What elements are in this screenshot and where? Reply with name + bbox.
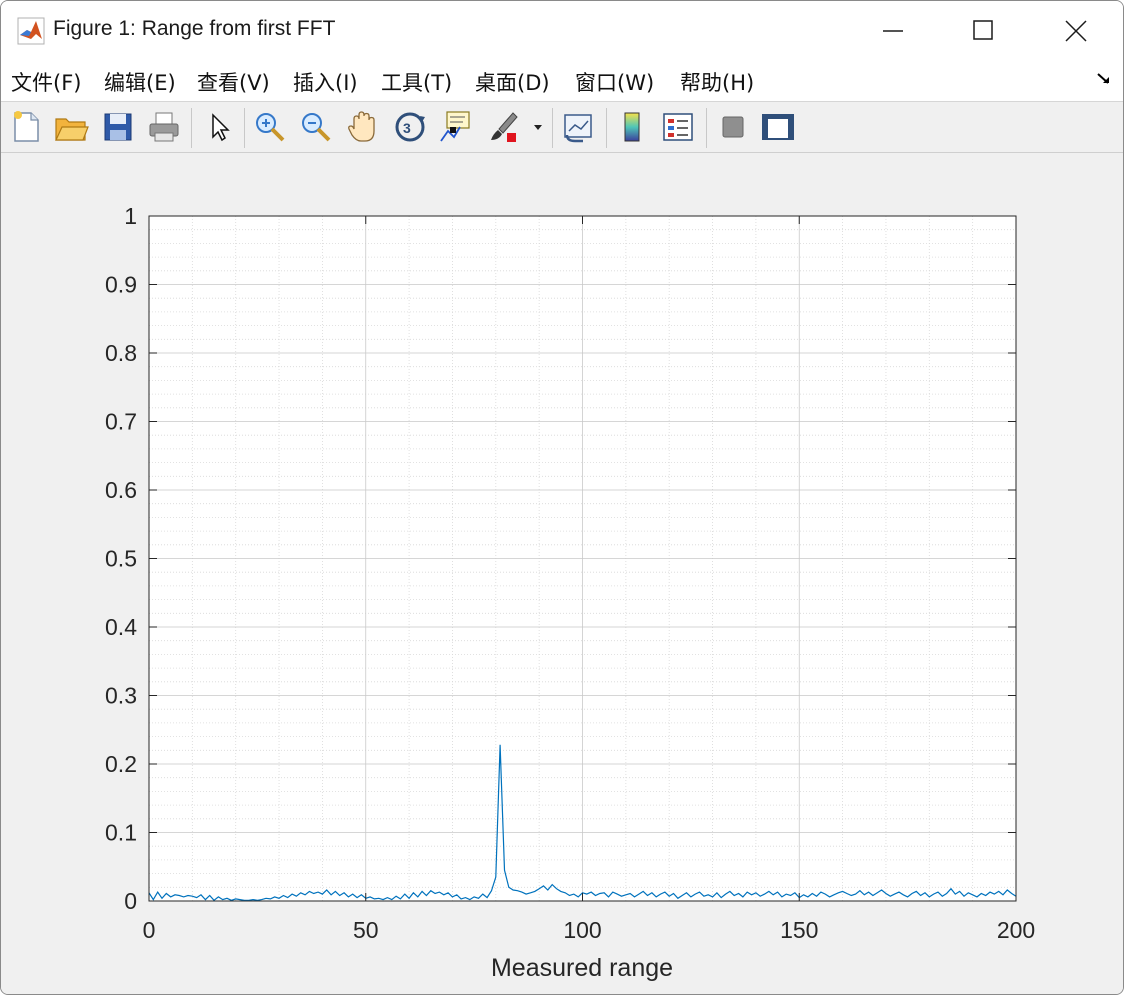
pan-hand-icon[interactable] — [345, 109, 381, 145]
x-tick-label: 0 — [143, 917, 156, 943]
show-plot-tools-icon[interactable] — [760, 109, 796, 145]
x-tick-label: 200 — [997, 917, 1035, 943]
y-tick-label: 0.4 — [105, 614, 137, 640]
close-icon — [1065, 20, 1087, 42]
maximize-icon — [973, 20, 993, 40]
matlab-logo-icon — [17, 17, 45, 45]
zoom-in-icon[interactable] — [252, 109, 288, 145]
menu-insert[interactable]: 插入(I) — [293, 67, 358, 97]
menu-desktop[interactable]: 桌面(D) — [475, 67, 550, 97]
menu-bar: 文件(F) 编辑(E) 查看(V) 插入(I) 工具(T) 桌面(D) 窗口(W… — [1, 59, 1123, 102]
maximize-button[interactable] — [939, 1, 1027, 59]
y-tick-label: 0.6 — [105, 477, 137, 503]
figure-canvas: 0 50 100 150 200 0 0.1 0.2 0.3 0.4 0.5 0.6 0.7 0.8 0.9… — [1, 153, 1123, 994]
pointer-icon[interactable] — [202, 109, 238, 145]
range-plot[interactable]: 0 50 100 150 200 0 0.1 0.2 0.3 0.4 0.5 0.6 0.7 0.8 0.9… — [1, 153, 1123, 994]
legend-icon[interactable] — [660, 109, 696, 145]
link-plot-icon[interactable] — [561, 109, 597, 145]
toolbar-separator — [191, 108, 192, 148]
toolbar: 3 — [1, 102, 1123, 153]
y-tick-label: 1 — [124, 203, 137, 229]
dock-arrow-icon[interactable] — [1095, 69, 1113, 87]
colorbar-icon[interactable] — [615, 109, 651, 145]
figure-window: Figure 1: Range from first FFT 文件(F) 编辑(… — [0, 0, 1124, 995]
menu-tools[interactable]: 工具(T) — [381, 67, 452, 97]
y-tick-label: 0.7 — [105, 409, 137, 435]
x-axis-label: Measured range — [491, 954, 673, 982]
y-tick-label: 0.8 — [105, 340, 137, 366]
print-icon[interactable] — [146, 109, 182, 145]
save-icon[interactable] — [100, 109, 136, 145]
menu-edit[interactable]: 编辑(E) — [104, 67, 176, 97]
svg-text:3: 3 — [403, 120, 411, 136]
x-tick-label: 150 — [780, 917, 818, 943]
open-file-icon[interactable] — [53, 109, 89, 145]
y-tick-label: 0.3 — [105, 683, 137, 709]
y-tick-label: 0.1 — [105, 820, 137, 846]
title-bar[interactable]: Figure 1: Range from first FFT — [1, 1, 1123, 59]
brush-icon[interactable] — [485, 109, 521, 145]
menu-help[interactable]: 帮助(H) — [680, 67, 754, 97]
y-tick-label: 0.5 — [105, 546, 137, 572]
zoom-out-icon[interactable] — [298, 109, 334, 145]
close-button[interactable] — [1031, 1, 1119, 59]
menu-view[interactable]: 查看(V) — [197, 67, 270, 97]
menu-window[interactable]: 窗口(W) — [575, 67, 654, 97]
new-figure-icon[interactable] — [8, 109, 44, 145]
menu-file[interactable]: 文件(F) — [11, 67, 81, 97]
y-tick-label: 0 — [124, 888, 137, 914]
minimize-button[interactable] — [849, 1, 937, 59]
x-tick-label: 100 — [563, 917, 601, 943]
toolbar-separator — [706, 108, 707, 148]
brush-dropdown-icon[interactable] — [532, 122, 544, 132]
y-tick-label: 0.9 — [105, 272, 137, 298]
data-cursor-icon[interactable] — [438, 109, 474, 145]
toolbar-separator — [606, 108, 607, 148]
toolbar-separator — [552, 108, 553, 148]
window-title: Figure 1: Range from first FFT — [53, 17, 336, 40]
rotate-3d-icon[interactable]: 3 — [392, 109, 428, 145]
minimize-icon — [883, 30, 903, 32]
toolbar-separator — [244, 108, 245, 148]
hide-plot-tools-icon[interactable] — [715, 109, 751, 145]
y-tick-label: 0.2 — [105, 751, 137, 777]
x-tick-label: 50 — [353, 917, 379, 943]
